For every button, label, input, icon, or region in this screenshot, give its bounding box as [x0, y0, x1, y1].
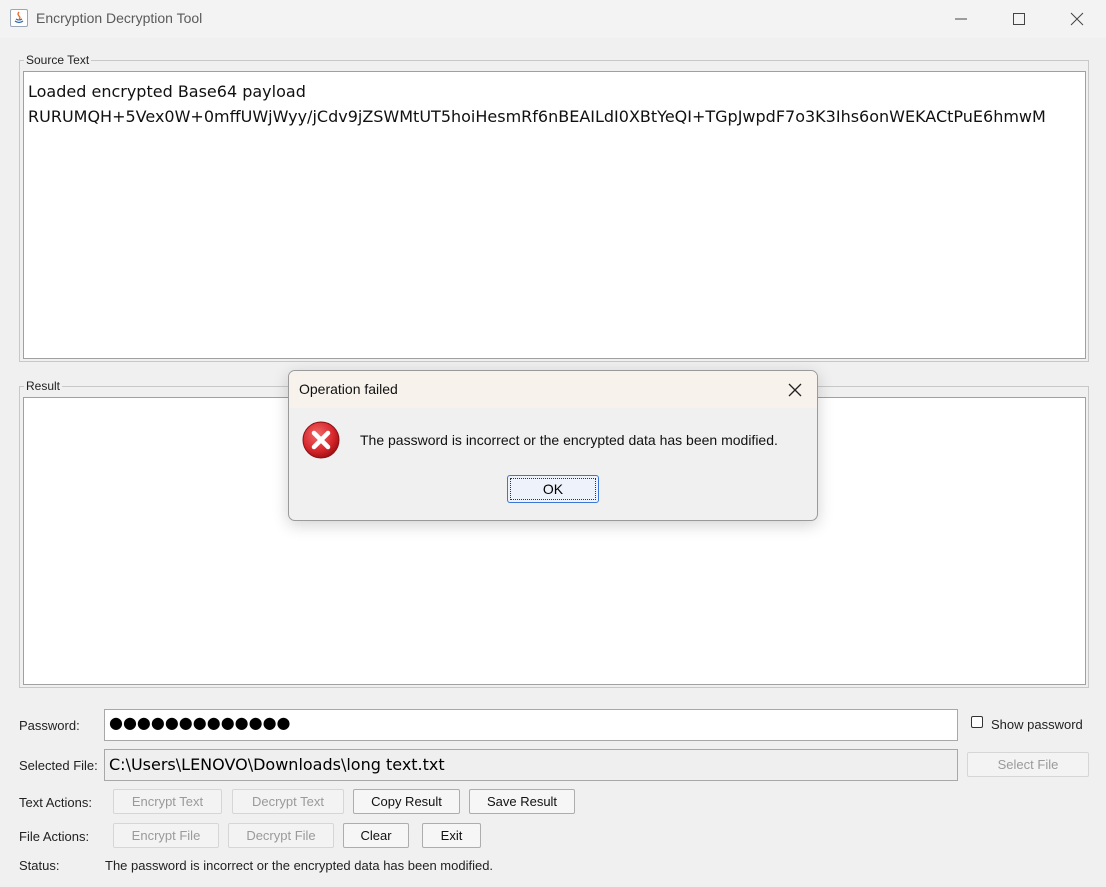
dialog-title-bar: Operation failed [289, 371, 817, 408]
title-bar: Encryption Decryption Tool [0, 0, 1106, 38]
source-text-area[interactable]: Loaded encrypted Base64 payload RURUMQH+5… [23, 71, 1086, 359]
error-icon [301, 420, 341, 463]
text-actions-label: Text Actions: [19, 795, 92, 810]
status-label: Status: [19, 858, 60, 873]
encrypt-text-button[interactable]: Encrypt Text [113, 789, 222, 814]
show-password-checkbox[interactable] [971, 716, 983, 728]
show-password-label[interactable]: Show password [991, 717, 1083, 732]
dialog-message: The password is incorrect or the encrypt… [360, 432, 778, 448]
dialog-title: Operation failed [299, 381, 398, 397]
source-text-label: Source Text [24, 53, 92, 67]
selected-file-field[interactable]: C:\Users\LENOVO\Downloads\long text.txt [104, 749, 958, 781]
save-result-button[interactable]: Save Result [469, 789, 575, 814]
selected-file-label: Selected File: [19, 758, 98, 773]
java-app-icon [10, 9, 28, 27]
minimize-button[interactable] [932, 0, 990, 38]
source-line-2: RURUMQH+5Vex0W+0mffUWjWyy/jCdv9jZSWMtUT5… [28, 107, 1046, 126]
ok-button-label: OK [510, 478, 596, 500]
exit-button[interactable]: Exit [422, 823, 481, 848]
decrypt-text-button[interactable]: Decrypt Text [232, 789, 344, 814]
close-window-button[interactable] [1048, 0, 1106, 38]
select-file-button[interactable]: Select File [967, 752, 1089, 777]
dialog-close-icon[interactable] [783, 379, 807, 401]
source-line-1: Loaded encrypted Base64 payload [28, 82, 306, 101]
password-label: Password: [19, 718, 80, 733]
file-actions-label: File Actions: [19, 829, 90, 844]
operation-failed-dialog: Operation failed The password is incorre… [288, 370, 818, 521]
ok-button[interactable]: OK [507, 475, 599, 503]
maximize-button[interactable] [990, 0, 1048, 38]
encrypt-file-button[interactable]: Encrypt File [113, 823, 219, 848]
clear-button[interactable]: Clear [343, 823, 409, 848]
status-message: The password is incorrect or the encrypt… [105, 858, 494, 873]
decrypt-file-button[interactable]: Decrypt File [228, 823, 334, 848]
copy-result-button[interactable]: Copy Result [353, 789, 460, 814]
result-label: Result [24, 379, 63, 393]
password-field[interactable]: ●●●●●●●●●●●●● [104, 709, 958, 741]
window-title: Encryption Decryption Tool [36, 10, 203, 26]
